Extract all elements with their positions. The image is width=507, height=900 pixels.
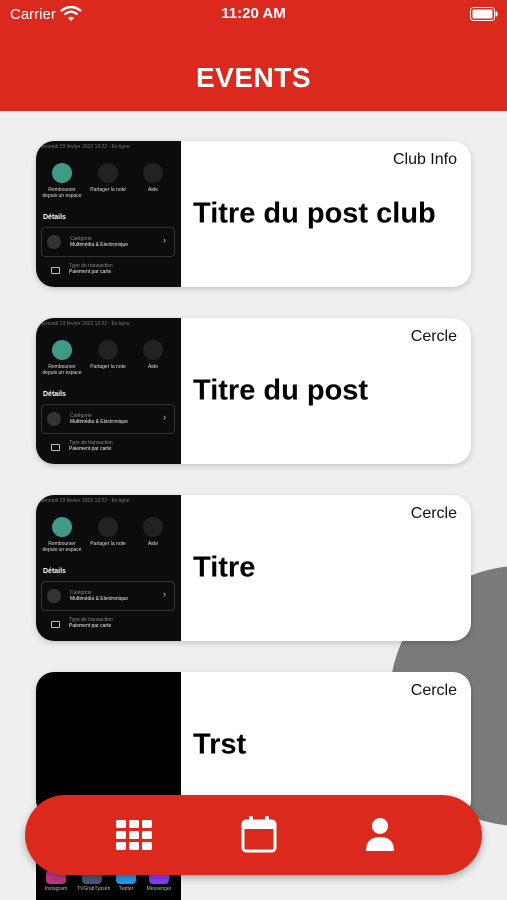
chevron-right-icon: ›: [163, 412, 166, 422]
thumb-top-text: mercredi 23 février 2022 13:22 · En lign…: [39, 144, 130, 150]
status-bar: Carrier 11:20 AM: [0, 0, 507, 30]
thumb-transaction-value: Paiement par carte: [69, 446, 112, 452]
mini-app-label: Messenger: [146, 886, 172, 892]
thumb-category-row: Catégorie Multimédia & Electronique ›: [41, 581, 175, 611]
events-list[interactable]: mercredi 23 février 2022 13:22 · En lign…: [0, 111, 507, 900]
thumb-action-help: Aide: [133, 517, 173, 547]
thumb-category-value: Multimédia & Electronique: [70, 242, 129, 248]
thumb-action-refund: Rembourser depuis un espace: [42, 517, 82, 553]
refund-icon: [52, 163, 72, 183]
category-icon: [47, 235, 61, 249]
battery-icon: [470, 7, 498, 21]
thumb-transaction-value: Paiement par carte: [69, 623, 112, 629]
thumb-action-label: Partager la note: [90, 364, 126, 370]
thumb-action-refund: Rembourser depuis un espace: [42, 163, 82, 199]
event-tag: Cercle: [410, 682, 457, 699]
event-thumbnail: mercredi 23 février 2022 13:22 · En lign…: [36, 141, 181, 287]
thumb-category-row: Catégorie Multimédia & Electronique ›: [41, 227, 175, 257]
thumb-action-label: Aide: [147, 187, 158, 193]
event-tag: Cercle: [410, 328, 457, 345]
thumb-details-heading: Détails: [43, 391, 66, 398]
profile-icon[interactable]: [358, 813, 402, 857]
thumb-transaction-row: Type de transaction Paiement par carte: [41, 615, 175, 639]
thumb-transaction-row: Type de transaction Paiement par carte: [41, 261, 175, 285]
event-card[interactable]: mercredi 23 février 2022 13:22 · En lign…: [36, 495, 471, 641]
bottom-navigation-bar: [25, 795, 482, 875]
card-icon: [51, 267, 60, 274]
mini-app-label: Twitter: [118, 886, 134, 892]
chevron-right-icon: ›: [163, 235, 166, 245]
help-icon: [143, 163, 163, 183]
thumb-details-heading: Détails: [43, 568, 66, 575]
app-header: Carrier 11:20 AM EVENTS: [0, 0, 507, 111]
thumb-action-help: Aide: [133, 163, 173, 193]
status-time: 11:20 AM: [221, 5, 286, 22]
event-tag: Club Info: [392, 151, 457, 168]
thumb-top-text: mercredi 23 février 2022 13:22 · En lign…: [39, 498, 130, 504]
thumb-details-heading: Détails: [43, 214, 66, 221]
thumb-category-row: Catégorie Multimédia & Electronique ›: [41, 404, 175, 434]
thumb-action-help: Aide: [133, 340, 173, 370]
thumb-transaction-row: Type de transaction Paiement par carte: [41, 438, 175, 462]
thumb-category-value: Multimédia & Electronique: [70, 596, 129, 602]
help-icon: [143, 340, 163, 360]
thumb-action-label: Partager la note: [90, 541, 126, 547]
thumb-top-text: mercredi 23 février 2022 13:22 · En lign…: [39, 321, 130, 327]
thumb-action-label: Partager la note: [90, 187, 126, 193]
grid-icon[interactable]: [113, 813, 157, 857]
calendar-icon[interactable]: [237, 813, 281, 857]
event-card[interactable]: mercredi 23 février 2022 13:22 · En lign…: [36, 318, 471, 464]
chevron-right-icon: ›: [163, 589, 166, 599]
share-icon: [98, 340, 118, 360]
refund-icon: [52, 517, 72, 537]
thumb-action-label: Aide: [147, 541, 158, 547]
card-icon: [51, 444, 60, 451]
event-card[interactable]: mercredi 23 février 2022 13:22 · En lign…: [36, 141, 471, 287]
thumb-action-share: Partager la note: [88, 517, 128, 547]
mini-app-label: Instagram: [44, 886, 68, 892]
event-tag: Cercle: [410, 505, 457, 522]
thumb-action-label: Rembourser depuis un espace: [42, 364, 82, 376]
thumb-action-label: Rembourser depuis un espace: [42, 187, 82, 199]
event-thumbnail: mercredi 23 février 2022 13:22 · En lign…: [36, 495, 181, 641]
page-title: EVENTS: [195, 62, 312, 93]
thumb-action-share: Partager la note: [88, 163, 128, 193]
thumb-action-share: Partager la note: [88, 340, 128, 370]
event-title: Titre du post: [193, 374, 369, 407]
event-title: Titre: [193, 551, 256, 584]
share-icon: [98, 517, 118, 537]
card-icon: [51, 621, 60, 628]
thumb-category-value: Multimédia & Electronique: [70, 419, 129, 425]
thumb-action-label: Rembourser depuis un espace: [42, 541, 82, 553]
event-thumbnail: mercredi 23 février 2022 13:22 · En lign…: [36, 318, 181, 464]
thumb-action-label: Aide: [147, 364, 158, 370]
category-icon: [47, 412, 61, 426]
thumb-transaction-value: Paiement par carte: [69, 269, 112, 275]
refund-icon: [52, 340, 72, 360]
category-icon: [47, 589, 61, 603]
event-title: Titre du post club: [193, 197, 436, 230]
share-icon: [98, 163, 118, 183]
event-title: Trst: [193, 728, 247, 761]
mini-app-label: TVGrabTyssen: [77, 886, 111, 892]
thumb-action-refund: Rembourser depuis un espace: [42, 340, 82, 376]
help-icon: [143, 517, 163, 537]
